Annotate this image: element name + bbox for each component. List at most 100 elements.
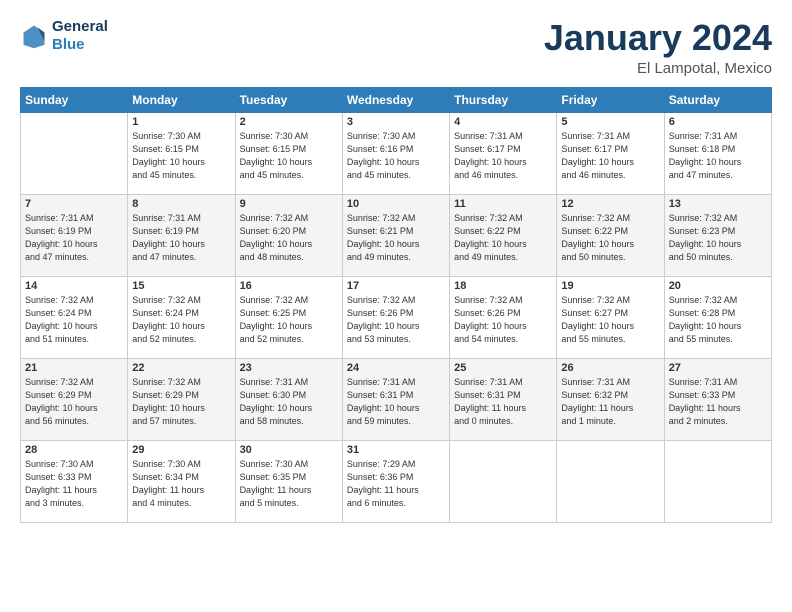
- title-area: January 2024 El Lampotal, Mexico: [544, 18, 772, 77]
- logo-text: General Blue: [52, 18, 108, 54]
- day-cell: 25 Sunrise: 7:31 AMSunset: 6:31 PMDayligh…: [450, 358, 557, 440]
- header: General Blue January 2024 El Lampotal, M…: [20, 18, 772, 77]
- day-cell: [450, 440, 557, 522]
- day-cell: 10 Sunrise: 7:32 AMSunset: 6:21 PMDayligh…: [342, 194, 449, 276]
- day-detail: Sunrise: 7:32 AMSunset: 6:27 PMDaylight:…: [561, 294, 659, 346]
- day-detail: Sunrise: 7:32 AMSunset: 6:26 PMDaylight:…: [347, 294, 445, 346]
- day-detail: Sunrise: 7:31 AMSunset: 6:30 PMDaylight:…: [240, 376, 338, 428]
- day-detail: Sunrise: 7:30 AMSunset: 6:33 PMDaylight:…: [25, 458, 123, 510]
- day-cell: 7Sunrise: 7:31 AMSunset: 6:19 PMDaylight…: [21, 194, 128, 276]
- day-number: 19: [561, 280, 659, 292]
- day-cell: 31 Sunrise: 7:29 AMSunset: 6:36 PMDayligh…: [342, 440, 449, 522]
- page: General Blue January 2024 El Lampotal, M…: [0, 0, 792, 533]
- day-number: 8: [132, 198, 230, 210]
- day-cell: 24 Sunrise: 7:31 AMSunset: 6:31 PMDayligh…: [342, 358, 449, 440]
- day-number: 11: [454, 198, 552, 210]
- day-number: 6: [669, 116, 767, 128]
- day-cell: 18 Sunrise: 7:32 AMSunset: 6:26 PMDayligh…: [450, 276, 557, 358]
- calendar-table: SundayMondayTuesdayWednesdayThursdayFrid…: [20, 87, 772, 523]
- location-title: El Lampotal, Mexico: [544, 60, 772, 77]
- day-cell: [664, 440, 771, 522]
- day-number: 10: [347, 198, 445, 210]
- day-number: 27: [669, 362, 767, 374]
- day-cell: 23 Sunrise: 7:31 AMSunset: 6:30 PMDayligh…: [235, 358, 342, 440]
- day-cell: 26Sunrise: 7:31 AMSunset: 6:32 PMDayligh…: [557, 358, 664, 440]
- day-header-saturday: Saturday: [664, 87, 771, 112]
- day-cell: 13 Sunrise: 7:32 AMSunset: 6:23 PMDayligh…: [664, 194, 771, 276]
- day-cell: 28 Sunrise: 7:30 AMSunset: 6:33 PMDayligh…: [21, 440, 128, 522]
- week-row-4: 21 Sunrise: 7:32 AMSunset: 6:29 PMDayligh…: [21, 358, 772, 440]
- day-cell: 27Sunrise: 7:31 AMSunset: 6:33 PMDayligh…: [664, 358, 771, 440]
- day-detail: Sunrise: 7:30 AMSunset: 6:15 PMDaylight:…: [132, 130, 230, 182]
- day-number: 30: [240, 444, 338, 456]
- day-detail: Sunrise: 7:30 AMSunset: 6:35 PMDaylight:…: [240, 458, 338, 510]
- week-row-1: 1 Sunrise: 7:30 AMSunset: 6:15 PMDaylight…: [21, 112, 772, 194]
- day-number: 23: [240, 362, 338, 374]
- day-number: 1: [132, 116, 230, 128]
- day-header-wednesday: Wednesday: [342, 87, 449, 112]
- day-detail: Sunrise: 7:32 AMSunset: 6:21 PMDaylight:…: [347, 212, 445, 264]
- day-detail: Sunrise: 7:32 AMSunset: 6:29 PMDaylight:…: [132, 376, 230, 428]
- day-number: 13: [669, 198, 767, 210]
- logo-icon: [20, 22, 48, 50]
- day-detail: Sunrise: 7:31 AMSunset: 6:17 PMDaylight:…: [454, 130, 552, 182]
- day-detail: Sunrise: 7:31 AMSunset: 6:31 PMDaylight:…: [454, 376, 552, 428]
- day-detail: Sunrise: 7:32 AMSunset: 6:20 PMDaylight:…: [240, 212, 338, 264]
- day-number: 16: [240, 280, 338, 292]
- day-detail: Sunrise: 7:31 AMSunset: 6:32 PMDaylight:…: [561, 376, 659, 428]
- day-number: 12: [561, 198, 659, 210]
- day-cell: 21 Sunrise: 7:32 AMSunset: 6:29 PMDayligh…: [21, 358, 128, 440]
- day-detail: Sunrise: 7:31 AMSunset: 6:19 PMDaylight:…: [132, 212, 230, 264]
- day-cell: [557, 440, 664, 522]
- day-number: 5: [561, 116, 659, 128]
- day-detail: Sunrise: 7:32 AMSunset: 6:24 PMDaylight:…: [25, 294, 123, 346]
- day-number: 2: [240, 116, 338, 128]
- day-number: 24: [347, 362, 445, 374]
- day-number: 31: [347, 444, 445, 456]
- day-number: 3: [347, 116, 445, 128]
- day-detail: Sunrise: 7:32 AMSunset: 6:23 PMDaylight:…: [669, 212, 767, 264]
- day-cell: 16 Sunrise: 7:32 AMSunset: 6:25 PMDayligh…: [235, 276, 342, 358]
- day-cell: 2Sunrise: 7:30 AMSunset: 6:15 PMDaylight…: [235, 112, 342, 194]
- day-detail: Sunrise: 7:30 AMSunset: 6:16 PMDaylight:…: [347, 130, 445, 182]
- day-number: 20: [669, 280, 767, 292]
- day-detail: Sunrise: 7:31 AMSunset: 6:18 PMDaylight:…: [669, 130, 767, 182]
- logo: General Blue: [20, 18, 108, 54]
- day-detail: Sunrise: 7:31 AMSunset: 6:31 PMDaylight:…: [347, 376, 445, 428]
- month-title: January 2024: [544, 18, 772, 58]
- week-row-2: 7Sunrise: 7:31 AMSunset: 6:19 PMDaylight…: [21, 194, 772, 276]
- day-cell: 22Sunrise: 7:32 AMSunset: 6:29 PMDayligh…: [128, 358, 235, 440]
- day-cell: [21, 112, 128, 194]
- day-number: 25: [454, 362, 552, 374]
- day-cell: 1 Sunrise: 7:30 AMSunset: 6:15 PMDaylight…: [128, 112, 235, 194]
- day-cell: 8 Sunrise: 7:31 AMSunset: 6:19 PMDaylight…: [128, 194, 235, 276]
- day-cell: 5Sunrise: 7:31 AMSunset: 6:17 PMDaylight…: [557, 112, 664, 194]
- day-detail: Sunrise: 7:32 AMSunset: 6:25 PMDaylight:…: [240, 294, 338, 346]
- day-detail: Sunrise: 7:29 AMSunset: 6:36 PMDaylight:…: [347, 458, 445, 510]
- week-row-3: 14Sunrise: 7:32 AMSunset: 6:24 PMDayligh…: [21, 276, 772, 358]
- day-detail: Sunrise: 7:32 AMSunset: 6:26 PMDaylight:…: [454, 294, 552, 346]
- day-number: 9: [240, 198, 338, 210]
- day-cell: 6 Sunrise: 7:31 AMSunset: 6:18 PMDaylight…: [664, 112, 771, 194]
- day-cell: 20 Sunrise: 7:32 AMSunset: 6:28 PMDayligh…: [664, 276, 771, 358]
- day-header-tuesday: Tuesday: [235, 87, 342, 112]
- day-cell: 4Sunrise: 7:31 AMSunset: 6:17 PMDaylight…: [450, 112, 557, 194]
- day-cell: 14Sunrise: 7:32 AMSunset: 6:24 PMDayligh…: [21, 276, 128, 358]
- day-number: 17: [347, 280, 445, 292]
- day-number: 21: [25, 362, 123, 374]
- day-number: 28: [25, 444, 123, 456]
- day-detail: Sunrise: 7:32 AMSunset: 6:22 PMDaylight:…: [454, 212, 552, 264]
- day-detail: Sunrise: 7:32 AMSunset: 6:22 PMDaylight:…: [561, 212, 659, 264]
- day-cell: 30 Sunrise: 7:30 AMSunset: 6:35 PMDayligh…: [235, 440, 342, 522]
- day-number: 18: [454, 280, 552, 292]
- day-detail: Sunrise: 7:31 AMSunset: 6:19 PMDaylight:…: [25, 212, 123, 264]
- day-cell: 29Sunrise: 7:30 AMSunset: 6:34 PMDayligh…: [128, 440, 235, 522]
- day-detail: Sunrise: 7:30 AMSunset: 6:34 PMDaylight:…: [132, 458, 230, 510]
- day-detail: Sunrise: 7:32 AMSunset: 6:29 PMDaylight:…: [25, 376, 123, 428]
- day-detail: Sunrise: 7:32 AMSunset: 6:28 PMDaylight:…: [669, 294, 767, 346]
- day-cell: 17 Sunrise: 7:32 AMSunset: 6:26 PMDayligh…: [342, 276, 449, 358]
- header-row: SundayMondayTuesdayWednesdayThursdayFrid…: [21, 87, 772, 112]
- day-cell: 9 Sunrise: 7:32 AMSunset: 6:20 PMDaylight…: [235, 194, 342, 276]
- day-header-thursday: Thursday: [450, 87, 557, 112]
- day-cell: 11 Sunrise: 7:32 AMSunset: 6:22 PMDayligh…: [450, 194, 557, 276]
